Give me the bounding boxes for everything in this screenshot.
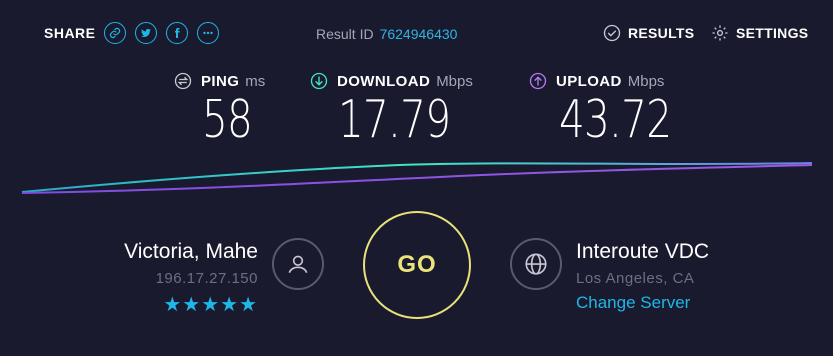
ping-value: 58 bbox=[202, 90, 253, 150]
check-circle-icon bbox=[603, 24, 621, 42]
download-metric: DOWNLOAD Mbps 17.79 bbox=[310, 72, 482, 146]
ping-icon bbox=[174, 72, 192, 90]
result-id-value[interactable]: 7624946430 bbox=[380, 26, 458, 42]
upload-label: UPLOAD bbox=[556, 72, 622, 90]
isp-info: Victoria, Mahe 196.17.27.150 ★★★★★ bbox=[124, 240, 258, 317]
download-icon bbox=[310, 72, 328, 90]
ping-unit: ms bbox=[245, 72, 266, 90]
change-server-link[interactable]: Change Server bbox=[576, 293, 709, 313]
ping-metric: PING ms 58 bbox=[174, 72, 266, 146]
upload-value: 43.72 bbox=[559, 90, 672, 150]
more-icon[interactable] bbox=[196, 22, 219, 44]
go-button[interactable]: GO bbox=[363, 211, 471, 319]
download-label: DOWNLOAD bbox=[337, 72, 431, 90]
isp-ip: 196.17.27.150 bbox=[155, 270, 258, 287]
server-name: Interoute VDC bbox=[576, 240, 710, 263]
gear-icon bbox=[712, 25, 728, 41]
result-id: Result ID 7624946430 bbox=[316, 26, 457, 42]
server-info: Interoute VDC Los Angeles, CA Change Ser… bbox=[576, 240, 709, 313]
share-label: SHARE bbox=[44, 25, 96, 41]
results-button[interactable]: RESULTS bbox=[603, 24, 694, 42]
top-bar: SHARE Result ID 7624946430 RESULTS SETTIN… bbox=[0, 0, 833, 70]
upload-metric: UPLOAD Mbps 43.72 bbox=[529, 72, 703, 146]
upload-unit: Mbps bbox=[627, 72, 665, 90]
server-location: Los Angeles, CA bbox=[576, 270, 695, 287]
settings-button[interactable]: SETTINGS bbox=[711, 24, 808, 42]
settings-label: SETTINGS bbox=[736, 25, 809, 41]
results-label: RESULTS bbox=[628, 25, 695, 41]
share-section: SHARE bbox=[44, 22, 228, 44]
facebook-icon[interactable] bbox=[165, 22, 188, 44]
ping-label: PING bbox=[201, 72, 240, 90]
result-id-label: Result ID bbox=[316, 26, 374, 42]
upload-icon bbox=[529, 72, 547, 90]
twitter-icon[interactable] bbox=[134, 22, 157, 44]
rating-stars[interactable]: ★★★★★ bbox=[124, 292, 258, 317]
isp-name: Victoria, Mahe bbox=[124, 240, 258, 263]
upload-line bbox=[21, 164, 813, 194]
globe-icon bbox=[510, 238, 562, 290]
go-label: GO bbox=[397, 251, 437, 278]
speed-graph bbox=[21, 162, 813, 194]
link-icon[interactable] bbox=[103, 22, 126, 44]
user-icon bbox=[272, 238, 324, 290]
download-unit: Mbps bbox=[436, 72, 473, 90]
download-value: 17.79 bbox=[338, 90, 451, 150]
